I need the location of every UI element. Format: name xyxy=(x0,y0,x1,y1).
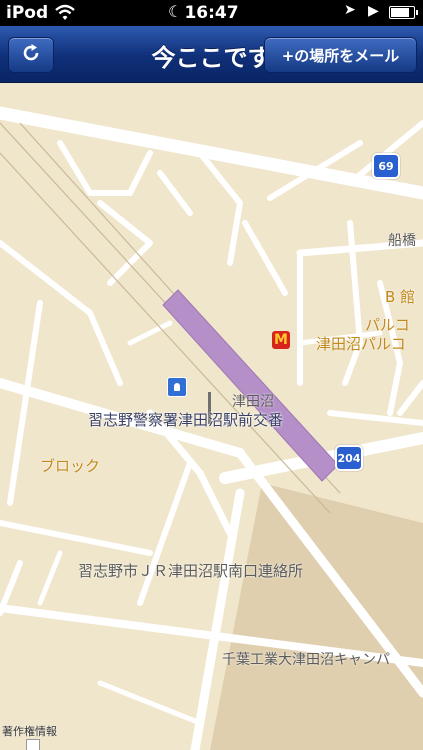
chiba-kodai-label: 千葉工業大津田沼キャンパ xyxy=(222,652,390,668)
seven-eleven-icon xyxy=(26,739,40,750)
mail-location-button[interactable]: +の場所をメール xyxy=(264,37,417,73)
refresh-icon xyxy=(20,42,42,68)
block-label: ブロック xyxy=(40,457,101,475)
play-icon: ▶ xyxy=(368,3,379,19)
route-204-shield: 204 xyxy=(335,445,363,471)
navigation-bar: 今ここです +の場所をメール xyxy=(0,26,423,83)
tsudanuma-parco-label: 津田沼パルコ xyxy=(316,335,406,353)
funabashi-label: 船橋 xyxy=(388,233,416,249)
battery-fill xyxy=(391,8,409,17)
b-kan-label: B 館 xyxy=(385,288,416,306)
refresh-button[interactable] xyxy=(8,37,54,73)
mcdonalds-icon[interactable]: M xyxy=(272,331,290,349)
police-box-icon[interactable] xyxy=(167,377,187,397)
minami-label: 習志野市ＪＲ津田沼駅南口連絡所 xyxy=(78,562,304,580)
copyright-link[interactable]: 著作権情報 xyxy=(2,723,57,739)
route-69-shield: 69 xyxy=(372,153,400,179)
location-arrow-icon: ➤ xyxy=(344,2,356,18)
clock: 16:47 xyxy=(184,3,239,23)
parco-label: パルコ xyxy=(365,316,410,334)
map-view[interactable]: 69 204 M 津田沼 習志野警察署津田沼駅前交番 ブロック 習志野市ＪＲ津田… xyxy=(0,83,423,750)
tsudanuma-station-label: 津田沼 xyxy=(232,394,274,410)
status-bar: iPod ☾ 16:47 ➤ ▶ xyxy=(0,0,423,26)
koban-label: 習志野警察署津田沼駅前交番 xyxy=(88,411,284,429)
battery-icon xyxy=(389,6,418,19)
